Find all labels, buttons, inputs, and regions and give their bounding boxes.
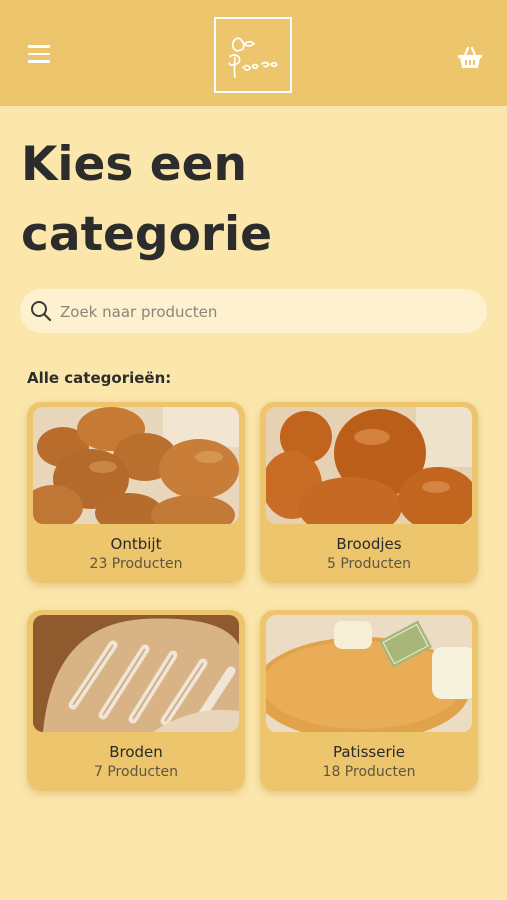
categories-label: Alle categorieën: [27, 369, 172, 387]
page-title-line2: categorie [21, 207, 273, 262]
category-image [33, 615, 239, 732]
category-image [266, 615, 472, 732]
category-name: Patisserie [332, 743, 406, 761]
category-name: Ontbijt [110, 535, 162, 553]
category-count: 23 Producten [89, 556, 183, 572]
search-input[interactable] [58, 289, 472, 335]
category-image [266, 407, 472, 524]
category-name: Broden [109, 743, 163, 761]
category-card-patisserie[interactable]: Patisserie 18 Producten [260, 610, 478, 791]
page-title: Kies een categorie [21, 130, 481, 270]
logo-icon [228, 37, 278, 78]
category-name: Broodjes [336, 535, 402, 553]
category-image [33, 407, 239, 524]
hamburger-menu-icon [28, 45, 50, 48]
page-title-line1: Kies een [21, 137, 247, 192]
category-card-broodjes[interactable]: Broodjes 5 Producten [260, 402, 478, 583]
menu-button[interactable] [28, 45, 56, 69]
category-card-ontbijt[interactable]: Ontbijt 23 Producten [27, 402, 245, 583]
app-header [0, 0, 507, 106]
shopping-basket-icon [458, 46, 482, 68]
cart-button[interactable] [456, 45, 484, 71]
category-card-broden[interactable]: Broden 7 Producten [27, 610, 245, 791]
brand-logo[interactable] [214, 17, 292, 93]
category-count: 7 Producten [94, 764, 178, 780]
category-count: 18 Producten [322, 764, 416, 780]
search-icon [31, 301, 52, 322]
search-bar[interactable] [20, 289, 487, 335]
category-count: 5 Producten [327, 556, 411, 572]
